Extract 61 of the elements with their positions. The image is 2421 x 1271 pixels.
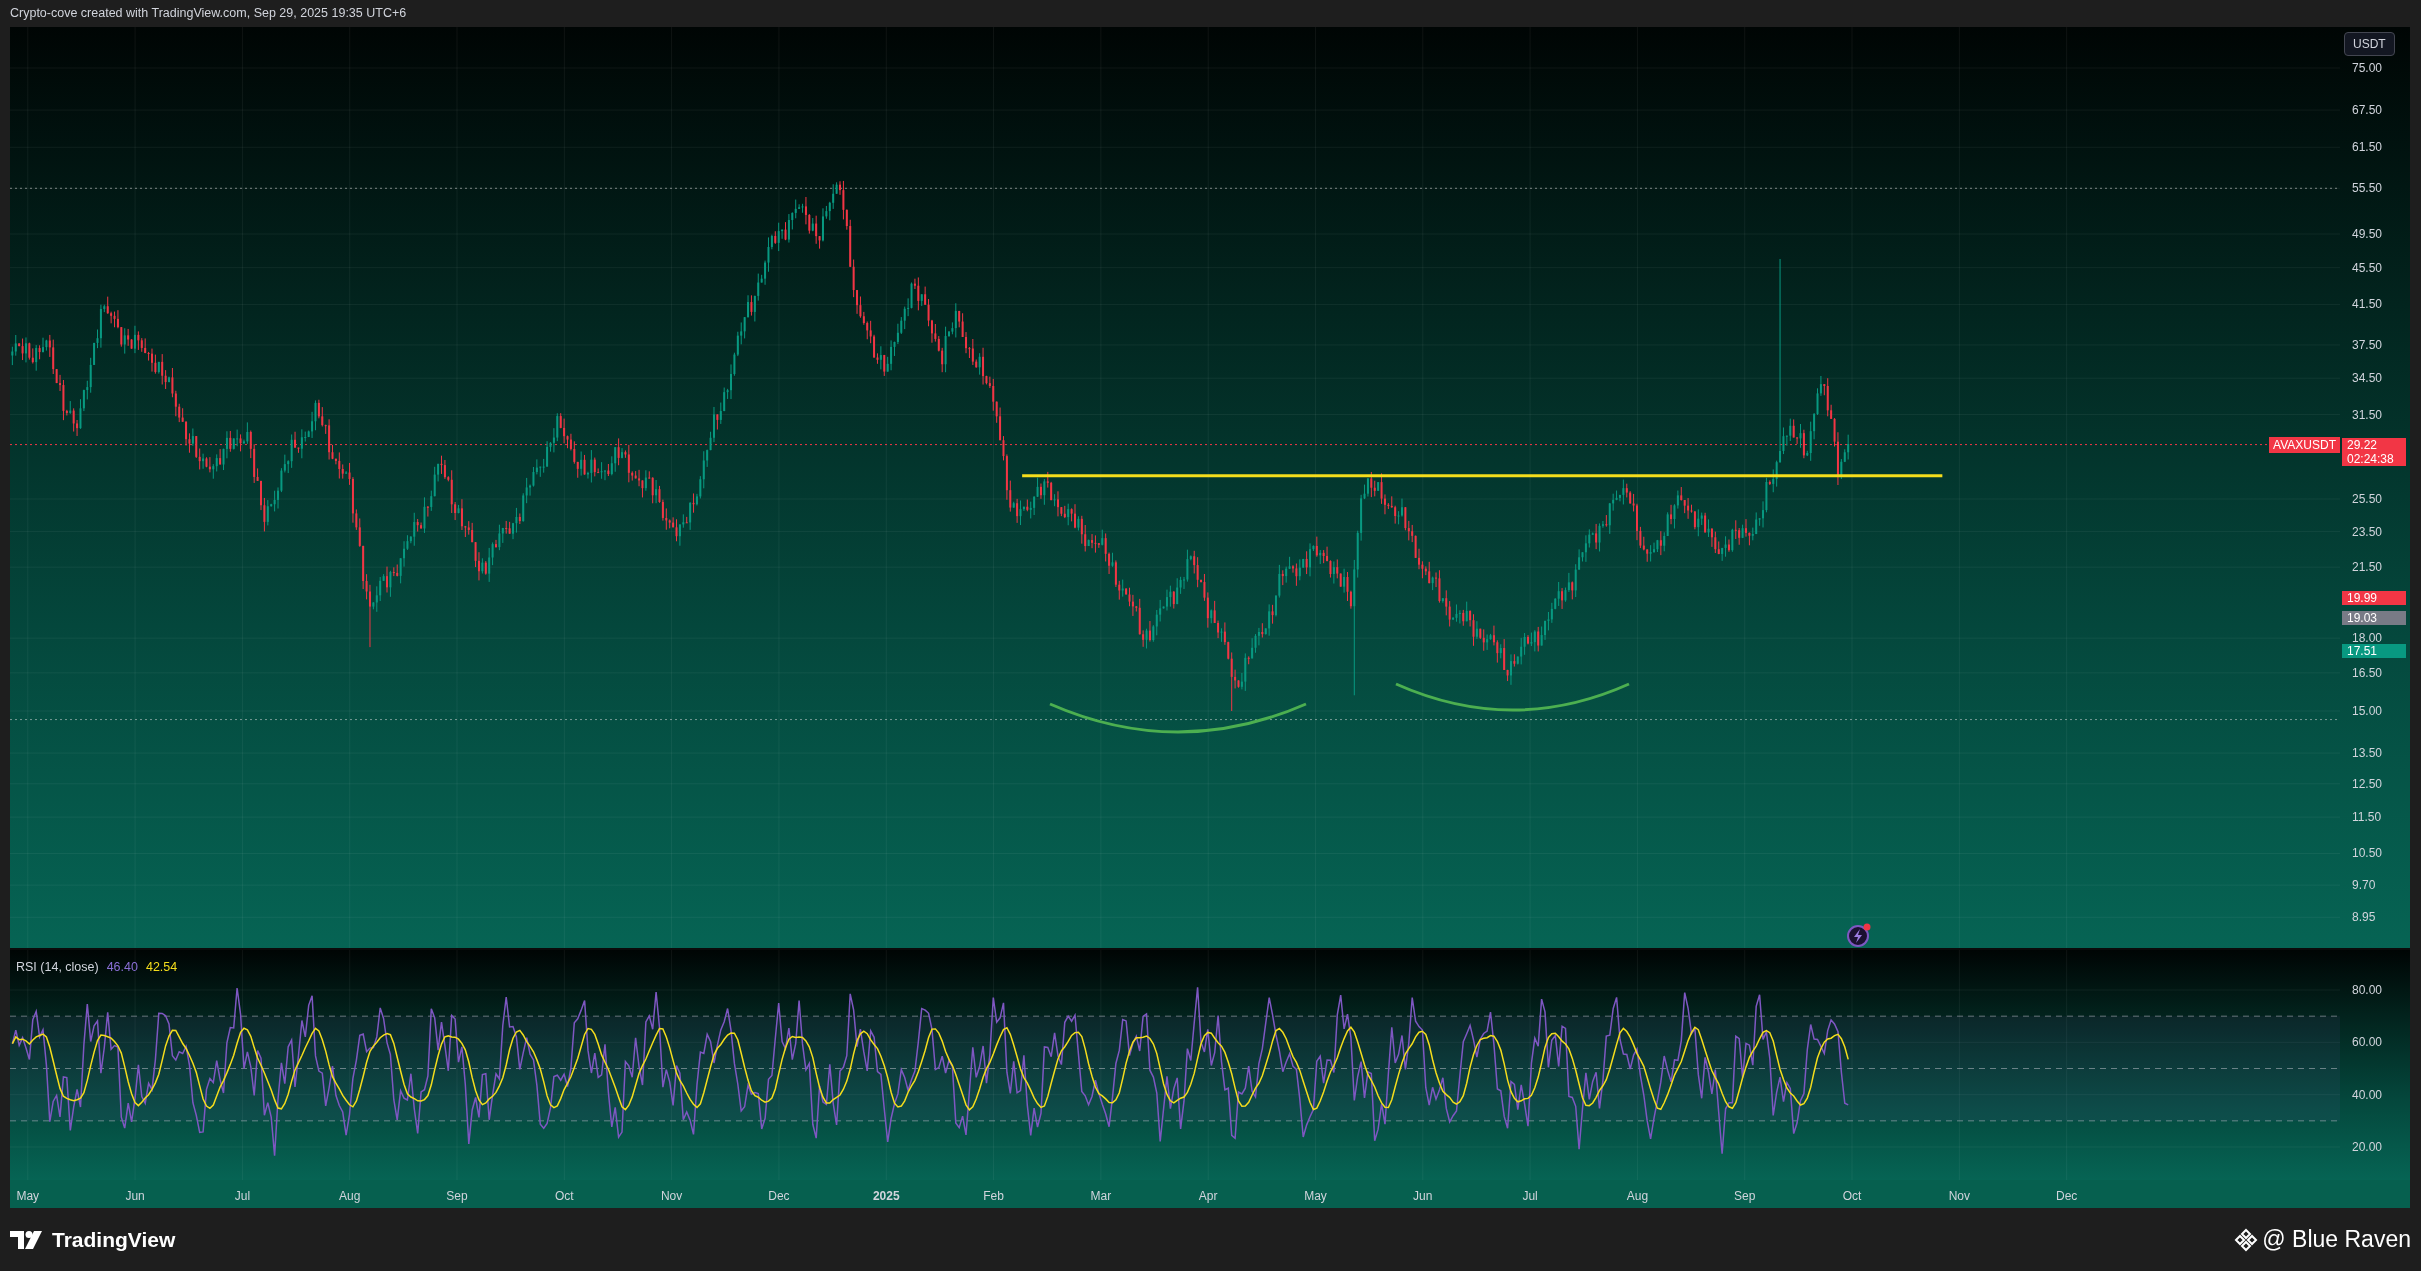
axis-label: Dec <box>768 1188 790 1205</box>
axis-label: May <box>1304 1188 1327 1205</box>
axis-label: 34.50 <box>2352 372 2383 385</box>
logo-icon <box>10 1230 44 1249</box>
axis-label: 61.50 <box>2352 141 2383 154</box>
indicator-title: RSI (14, close) <box>16 959 99 976</box>
axis-label: 10.50 <box>2352 847 2383 860</box>
axis-label: Jun <box>125 1188 145 1205</box>
axis-label: 37.50 <box>2352 338 2383 351</box>
axis-label: 13.50 <box>2352 747 2383 760</box>
axis-label: Jul <box>1522 1188 1538 1205</box>
currency-button[interactable]: USDT <box>2344 32 2395 56</box>
rsi-value: 46.40 <box>106 959 138 976</box>
axis-label: Aug <box>339 1188 361 1205</box>
average-value: 42.54 <box>145 959 178 976</box>
axis-label: 67.50 <box>2352 104 2383 117</box>
axis-label: 45.50 <box>2352 261 2383 274</box>
axis-label: Apr <box>1198 1188 1218 1205</box>
axis-label: Oct <box>555 1188 574 1205</box>
price-label: 29.22 02:24:38 <box>2342 437 2406 466</box>
axis-label: 20.00 <box>2352 1141 2383 1153</box>
axis-label: Aug <box>1626 1188 1649 1205</box>
axis-label: May <box>16 1188 40 1205</box>
caption: Crypto-cove created with TradingView.com, Sep 29, 2025 19:35 UTC+6 <box>10 5 407 23</box>
axis-label: 40.00 <box>2352 1088 2383 1101</box>
price-label: 19.03 <box>2342 610 2406 625</box>
axis-label: 16.50 <box>2352 666 2383 679</box>
axis-label: 55.50 <box>2352 182 2383 195</box>
axis-label: Sep <box>1734 1188 1756 1205</box>
axis-label: 75.00 <box>2352 62 2383 74</box>
axis-label: 31.50 <box>2352 408 2383 421</box>
price-label: 17.51 <box>2342 644 2406 659</box>
diamond-icon <box>2234 1227 2259 1252</box>
lightning-icon[interactable] <box>1846 922 1872 948</box>
axis-label: 9.70 <box>2352 879 2376 892</box>
brand-name: TradingView <box>52 1226 176 1253</box>
axis-label: 23.50 <box>2352 525 2383 538</box>
axis-label: 80.00 <box>2352 984 2383 996</box>
axis-label: 2025 <box>872 1188 900 1205</box>
axis-label: Nov <box>1948 1188 1970 1205</box>
axis-label: 8.95 <box>2352 911 2376 924</box>
axis-label: 15.00 <box>2352 704 2383 717</box>
axis-label: 25.50 <box>2352 493 2383 505</box>
axis-label: Jul <box>234 1188 251 1205</box>
axis-label: 18.00 <box>2352 632 2383 645</box>
axis-label: 60.00 <box>2352 1036 2383 1049</box>
axis-label: Jun <box>1413 1188 1433 1205</box>
axis-label: Nov <box>660 1188 683 1205</box>
axis-label: Sep <box>446 1188 468 1205</box>
axis-label: Oct <box>1842 1188 1862 1205</box>
axis-label: 11.50 <box>2352 811 2382 824</box>
axis-label: 49.50 <box>2352 228 2383 240</box>
price-label: 19.99 <box>2342 591 2406 606</box>
axis-label: 21.50 <box>2352 561 2383 574</box>
axis-label: Mar <box>1090 1188 1112 1205</box>
symbol-tag: AVAXUSDT <box>2269 436 2340 453</box>
axis-label: 12.50 <box>2352 777 2383 790</box>
author-name: @ Blue Raven <box>2262 1225 2411 1255</box>
axis-label: 41.50 <box>2352 298 2383 311</box>
axis-label: Dec <box>2055 1188 2078 1205</box>
axis-label: Feb <box>983 1188 1004 1205</box>
